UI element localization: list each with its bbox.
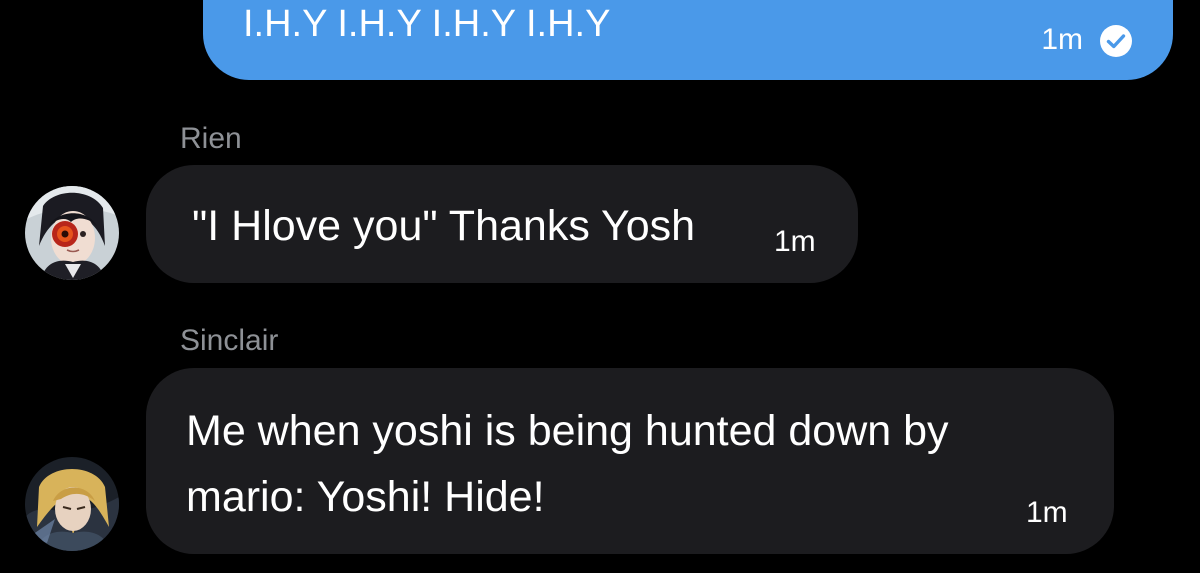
- read-check-icon: [1099, 24, 1133, 58]
- sender-name: Sinclair: [180, 324, 279, 357]
- message-timestamp: 1m: [1026, 496, 1068, 529]
- message-text: Me when yoshi is being hunted down by: [186, 407, 949, 455]
- message-timestamp: 1m: [1041, 23, 1083, 56]
- avatar-sinclair[interactable]: [25, 457, 119, 551]
- message-text: mario: Yoshi! Hide!: [186, 473, 545, 521]
- sender-name: Rien: [180, 122, 242, 155]
- message-thread: I.H.Y I.H.Y I.H.Y I.H.Y 1m Rien "I Hlove…: [0, 0, 1200, 573]
- incoming-message-bubble[interactable]: Me when yoshi is being hunted down by ma…: [146, 368, 1114, 554]
- message-timestamp: 1m: [774, 225, 816, 258]
- avatar-rien[interactable]: [25, 186, 119, 280]
- message-text: I.H.Y I.H.Y I.H.Y I.H.Y: [243, 3, 611, 45]
- outgoing-message-bubble[interactable]: I.H.Y I.H.Y I.H.Y I.H.Y 1m: [203, 0, 1173, 80]
- message-text: "I Hlove you" Thanks Yosh: [192, 202, 696, 250]
- incoming-message-bubble[interactable]: "I Hlove you" Thanks Yosh 1m: [146, 165, 858, 283]
